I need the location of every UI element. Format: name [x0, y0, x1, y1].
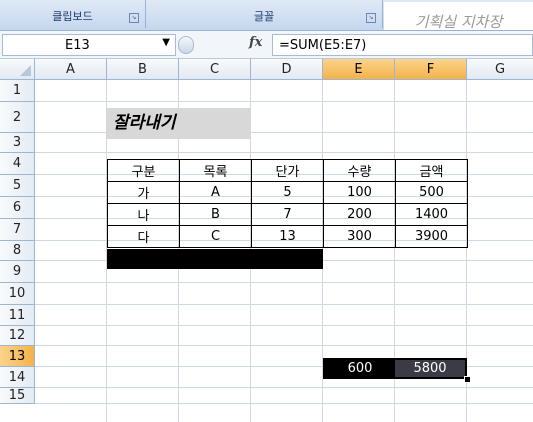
grid-row-line: [35, 403, 533, 404]
column-header-b[interactable]: B: [107, 59, 179, 80]
table-cell[interactable]: 5: [251, 181, 324, 204]
formula-text: =SUM(E5:E7): [279, 38, 367, 53]
table-cell[interactable]: 가: [107, 181, 180, 204]
row-header-2[interactable]: 2: [0, 102, 35, 133]
column-header-g[interactable]: G: [467, 59, 533, 80]
grid-row-line: [35, 387, 533, 388]
chevron-down-icon[interactable]: ▼: [162, 37, 170, 48]
grid-row-line: [35, 282, 533, 283]
row-header-11[interactable]: 11: [0, 305, 35, 326]
table-cell[interactable]: 500: [395, 181, 468, 204]
table-row: 나 B 7 200 1400: [107, 203, 468, 226]
font-dialog-launcher-icon[interactable]: ↘: [366, 13, 376, 23]
selected-range[interactable]: 600 5800: [323, 358, 467, 379]
grid-row-line: [35, 325, 533, 326]
table-cell[interactable]: 300: [323, 225, 396, 248]
cell-f13[interactable]: 5800: [395, 360, 465, 377]
row-header-3[interactable]: 3: [0, 133, 35, 153]
column-header-f[interactable]: F: [395, 59, 467, 80]
table-header-row: 구분 목록 단가 수량 금액: [107, 159, 468, 182]
clipboard-group-label: 클립보드: [52, 10, 93, 23]
ribbon: 클립보드 ↘ 글꼴 ↘ 기획실 지차장: [0, 0, 533, 31]
column-header-e[interactable]: E: [323, 59, 395, 80]
row-header-14[interactable]: 14: [0, 367, 35, 388]
table-cell[interactable]: B: [179, 203, 252, 226]
table-cell[interactable]: C: [179, 225, 252, 248]
table-header-cell[interactable]: 구분: [107, 159, 180, 182]
table-cell[interactable]: 100: [323, 181, 396, 204]
clipboard-group[interactable]: 클립보드 ↘: [0, 0, 146, 28]
fill-handle[interactable]: [464, 376, 471, 383]
table-cell[interactable]: 다: [107, 225, 180, 248]
formula-input[interactable]: =SUM(E5:E7): [272, 34, 533, 56]
select-all-button[interactable]: [0, 59, 35, 80]
row-header-13[interactable]: 13: [0, 346, 35, 367]
table-header-cell[interactable]: 금액: [395, 159, 468, 182]
formula-bar-splitter[interactable]: [178, 36, 194, 54]
clipboard-dialog-launcher-icon[interactable]: ↘: [129, 13, 139, 23]
table-header-cell[interactable]: 단가: [251, 159, 324, 182]
grid-row-line: [35, 101, 533, 102]
row-header-5[interactable]: 5: [0, 175, 35, 197]
row-header-7[interactable]: 7: [0, 219, 35, 241]
table-cell[interactable]: 200: [323, 203, 396, 226]
cell-e13[interactable]: 600: [325, 360, 395, 377]
name-box[interactable]: E13 ▼: [2, 34, 176, 56]
column-header-a[interactable]: A: [35, 59, 107, 80]
table-cell[interactable]: 13: [251, 225, 324, 248]
table-header-cell[interactable]: 목록: [179, 159, 252, 182]
table-cell[interactable]: 나: [107, 203, 180, 226]
row-header-15[interactable]: 15: [0, 388, 35, 404]
table-cell[interactable]: A: [179, 181, 252, 204]
row-header-10[interactable]: 10: [0, 283, 35, 305]
table-cell[interactable]: 7: [251, 203, 324, 226]
font-group[interactable]: 글꼴 ↘: [146, 0, 383, 28]
select-all-icon: [20, 65, 31, 76]
table-row: 다 C 13 300 3900: [107, 225, 468, 248]
table-cell[interactable]: 1400: [395, 203, 468, 226]
row-header-6[interactable]: 6: [0, 197, 35, 219]
table-row: 가 A 5 100 500: [107, 181, 468, 204]
column-header-c[interactable]: C: [179, 59, 251, 80]
row-header-12[interactable]: 12: [0, 326, 35, 346]
grid-row-line: [35, 152, 533, 153]
worksheet-grid[interactable]: 잘라내기 구분 목록 단가 수량 금액 가 A 5 100 500 나 B 7 …: [35, 80, 533, 422]
data-table: 구분 목록 단가 수량 금액 가 A 5 100 500 나 B 7 200 1…: [107, 159, 468, 248]
handwriting-overlay: 기획실 지차장: [384, 2, 533, 31]
name-box-value: E13: [65, 38, 90, 53]
font-group-label: 글꼴: [253, 10, 275, 23]
grid-row-line: [35, 345, 533, 346]
sheet-title[interactable]: 잘라내기: [107, 108, 250, 139]
row-header-8[interactable]: 8: [0, 241, 35, 261]
formula-bar: E13 ▼ fx =SUM(E5:E7): [0, 31, 533, 59]
row-header-4[interactable]: 4: [0, 153, 35, 175]
insert-function-icon[interactable]: fx: [249, 35, 262, 50]
column-header-d[interactable]: D: [251, 59, 323, 80]
row-header-1[interactable]: 1: [0, 80, 35, 102]
grid-row-line: [35, 304, 533, 305]
table-header-cell[interactable]: 수량: [323, 159, 396, 182]
table-cell[interactable]: 3900: [395, 225, 468, 248]
filled-cell-range[interactable]: [107, 249, 323, 269]
row-header-9[interactable]: 9: [0, 261, 35, 283]
